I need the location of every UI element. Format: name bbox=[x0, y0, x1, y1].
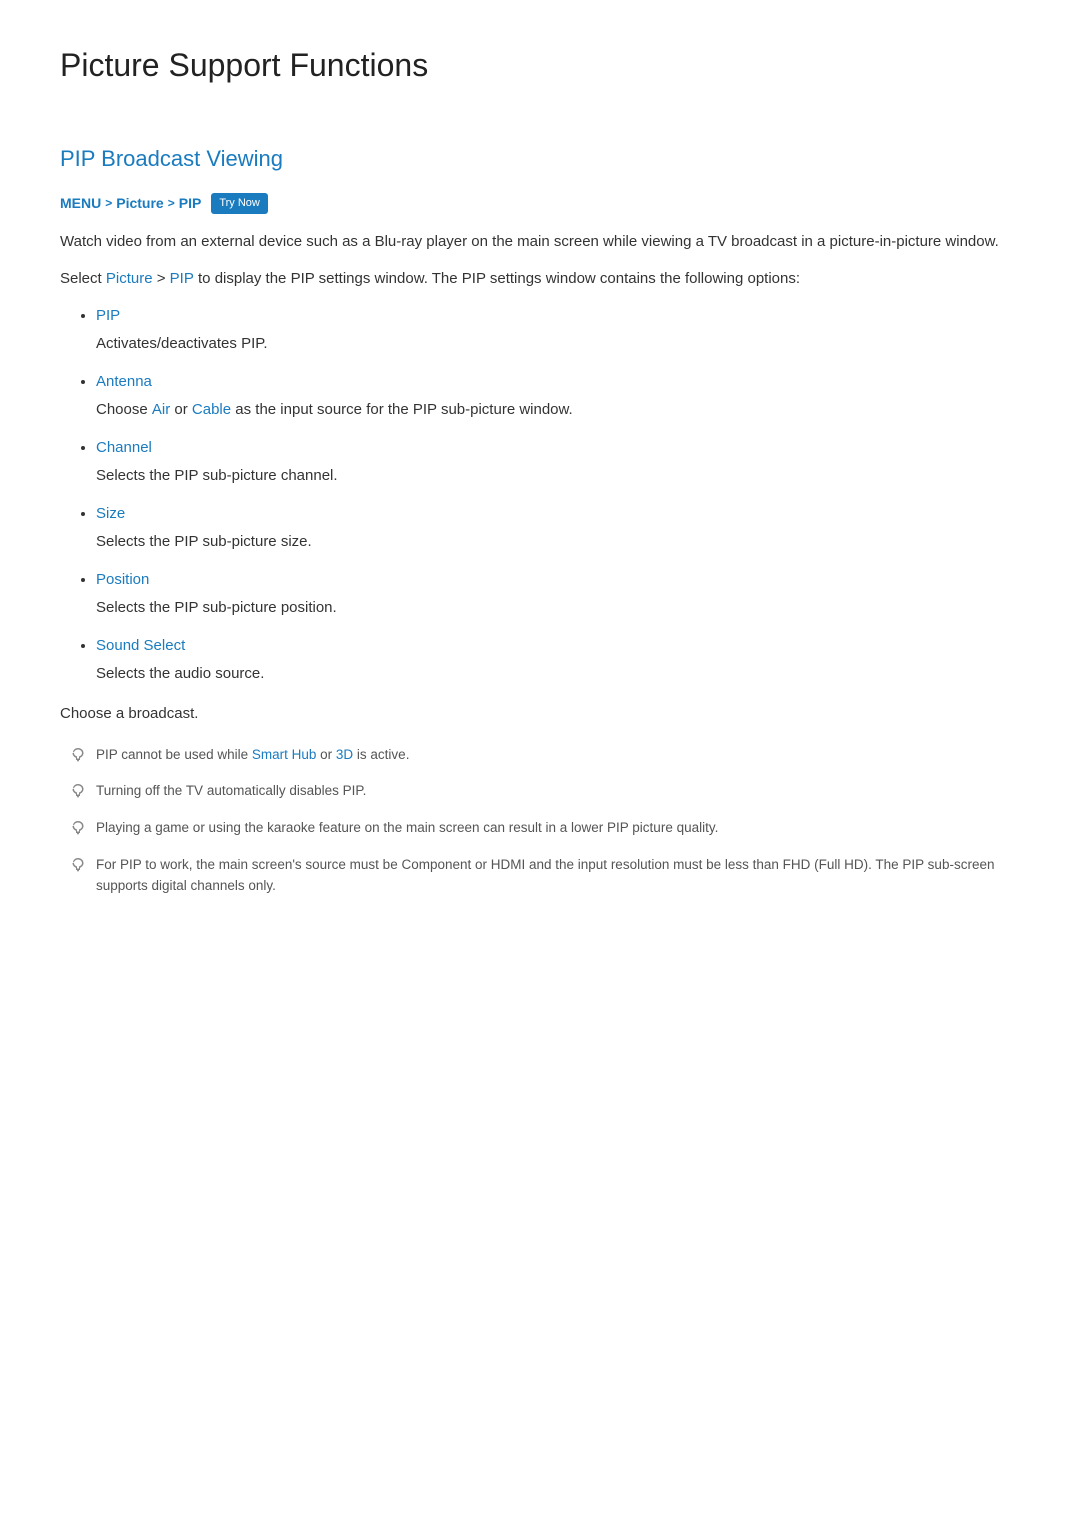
antenna-desc-prefix: Choose bbox=[96, 401, 152, 418]
choose-broadcast-text: Choose a broadcast. bbox=[60, 702, 1020, 726]
note-text-2: Turning off the TV automatically disable… bbox=[96, 780, 1020, 802]
item-desc-channel: Selects the PIP sub-picture channel. bbox=[96, 464, 1020, 488]
description-1: Watch video from an external device such… bbox=[60, 229, 1020, 255]
note1-3d: 3D bbox=[336, 747, 353, 762]
note-icon-1 bbox=[70, 746, 86, 769]
description-2: Select Picture > PIP to display the PIP … bbox=[60, 266, 1020, 292]
item-desc-position: Selects the PIP sub-picture position. bbox=[96, 596, 1020, 620]
page-title: Picture Support Functions bbox=[60, 40, 1020, 101]
breadcrumb-menu: MENU bbox=[60, 192, 101, 214]
note-icon-2 bbox=[70, 782, 86, 805]
pip-options-list: PIP Activates/deactivates PIP. Antenna C… bbox=[96, 304, 1020, 686]
breadcrumb-picture: Picture bbox=[116, 192, 163, 214]
list-item-sound-select: Sound Select Selects the audio source. bbox=[96, 634, 1020, 686]
item-title-antenna: Antenna bbox=[96, 373, 152, 390]
note-item-1: PIP cannot be used while Smart Hub or 3D… bbox=[70, 744, 1020, 769]
desc2-prefix: Select bbox=[60, 270, 106, 287]
note-text-1: PIP cannot be used while Smart Hub or 3D… bbox=[96, 744, 1020, 766]
note1-mid: or bbox=[316, 747, 336, 762]
notes-list: PIP cannot be used while Smart Hub or 3D… bbox=[70, 744, 1020, 897]
list-item-channel: Channel Selects the PIP sub-picture chan… bbox=[96, 436, 1020, 488]
antenna-cable: Cable bbox=[192, 401, 231, 418]
try-now-badge[interactable]: Try Now bbox=[211, 193, 268, 215]
breadcrumb: MENU > Picture > PIP Try Now bbox=[60, 192, 1020, 214]
list-item-pip: PIP Activates/deactivates PIP. bbox=[96, 304, 1020, 356]
section-title: PIP Broadcast Viewing bbox=[60, 141, 1020, 176]
item-desc-antenna: Choose Air or Cable as the input source … bbox=[96, 398, 1020, 422]
antenna-desc-suffix: as the input source for the PIP sub-pict… bbox=[231, 401, 573, 418]
item-desc-size: Selects the PIP sub-picture size. bbox=[96, 530, 1020, 554]
breadcrumb-pip: PIP bbox=[179, 192, 202, 214]
note-item-3: Playing a game or using the karaoke feat… bbox=[70, 817, 1020, 842]
item-title-position: Position bbox=[96, 571, 149, 588]
note-text-3: Playing a game or using the karaoke feat… bbox=[96, 817, 1020, 839]
desc2-pip: PIP bbox=[170, 270, 194, 287]
note-icon-4 bbox=[70, 856, 86, 879]
note1-smarthub: Smart Hub bbox=[252, 747, 317, 762]
note1-suffix: is active. bbox=[353, 747, 409, 762]
list-item-position: Position Selects the PIP sub-picture pos… bbox=[96, 568, 1020, 620]
item-title-size: Size bbox=[96, 505, 125, 522]
note-item-2: Turning off the TV automatically disable… bbox=[70, 780, 1020, 805]
list-item-antenna: Antenna Choose Air or Cable as the input… bbox=[96, 370, 1020, 422]
antenna-desc-mid: or bbox=[170, 401, 192, 418]
note-icon-3 bbox=[70, 819, 86, 842]
note-item-4: For PIP to work, the main screen's sourc… bbox=[70, 854, 1020, 897]
item-title-sound-select: Sound Select bbox=[96, 637, 185, 654]
list-item-size: Size Selects the PIP sub-picture size. bbox=[96, 502, 1020, 554]
item-desc-sound-select: Selects the audio source. bbox=[96, 662, 1020, 686]
note1-prefix: PIP cannot be used while bbox=[96, 747, 252, 762]
desc2-picture: Picture bbox=[106, 270, 153, 287]
breadcrumb-sep1: > bbox=[105, 194, 112, 213]
desc2-mid: > bbox=[153, 270, 170, 287]
item-title-channel: Channel bbox=[96, 439, 152, 456]
desc2-suffix: to display the PIP settings window. The … bbox=[194, 270, 800, 287]
antenna-air: Air bbox=[152, 401, 170, 418]
note-text-4: For PIP to work, the main screen's sourc… bbox=[96, 854, 1020, 897]
breadcrumb-sep2: > bbox=[168, 194, 175, 213]
item-title-pip: PIP bbox=[96, 307, 120, 324]
item-desc-pip: Activates/deactivates PIP. bbox=[96, 332, 1020, 356]
